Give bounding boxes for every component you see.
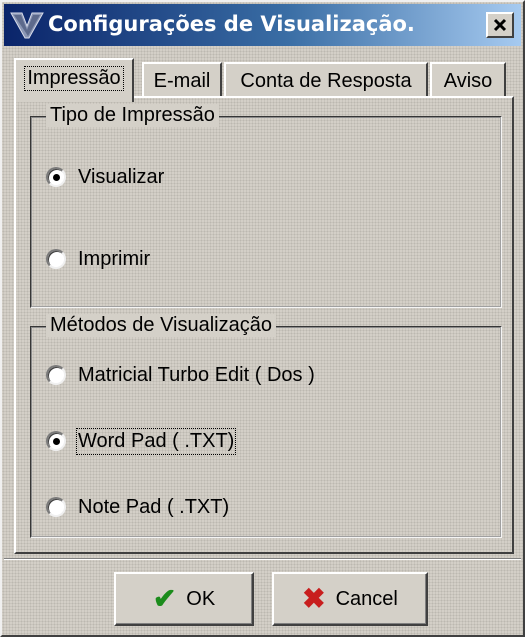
- radio-button[interactable]: [46, 431, 66, 451]
- cancel-button[interactable]: ✖ Cancel: [272, 572, 428, 626]
- radio-note-pad[interactable]: Note Pad ( .TXT): [46, 492, 229, 522]
- tab-conta-label: Conta de Resposta: [240, 69, 412, 92]
- ok-button-label: OK: [186, 587, 216, 610]
- radio-button[interactable]: [46, 497, 66, 517]
- close-button[interactable]: [486, 12, 514, 38]
- group-tipo-de-impressao: Tipo de Impressão Visualizar Imprimir: [30, 104, 502, 308]
- group-metodos-de-visualizacao: Métodos de Visualização Matricial Turbo …: [30, 314, 502, 538]
- radio-label: Note Pad ( .TXT): [78, 495, 230, 518]
- app-logo-icon: [10, 12, 44, 39]
- dialog-window: Configurações de Visualização. Impressão…: [0, 0, 525, 637]
- group-legend: Tipo de Impressão: [46, 104, 219, 127]
- radio-word-pad[interactable]: Word Pad ( .TXT): [46, 426, 237, 456]
- tab-strip: Impressão E-mail Conta de Resposta Aviso: [14, 58, 514, 102]
- tab-impressao[interactable]: Impressão: [14, 58, 134, 102]
- radio-label: Matricial Turbo Edit ( Dos ): [78, 363, 315, 386]
- tab-aviso-label: Aviso: [443, 69, 493, 92]
- tab-email-label: E-mail: [153, 69, 211, 92]
- tab-impressao-label: Impressão: [24, 65, 124, 91]
- x-icon: ✖: [302, 583, 326, 614]
- check-icon: ✔: [152, 583, 177, 614]
- radio-button[interactable]: [46, 365, 66, 385]
- radio-visualizar[interactable]: Visualizar: [46, 162, 164, 192]
- radio-button[interactable]: [46, 167, 66, 187]
- tab-aviso[interactable]: Aviso: [430, 62, 506, 98]
- radio-selected-dot: [52, 173, 60, 181]
- radio-label: Word Pad ( .TXT): [75, 427, 237, 455]
- title-bar[interactable]: Configurações de Visualização.: [4, 4, 521, 46]
- tab-panel-impressao: Tipo de Impressão Visualizar Imprimir Mé…: [14, 96, 514, 554]
- ok-button[interactable]: ✔ OK: [114, 572, 254, 626]
- window-title: Configurações de Visualização.: [48, 12, 415, 36]
- footer-divider: [4, 558, 521, 560]
- radio-label: Imprimir: [78, 247, 151, 270]
- close-icon: [493, 18, 507, 32]
- radio-matricial[interactable]: Matricial Turbo Edit ( Dos ): [46, 360, 315, 390]
- group-legend: Métodos de Visualização: [46, 314, 276, 337]
- tab-email[interactable]: E-mail: [142, 62, 222, 98]
- radio-label: Visualizar: [78, 165, 165, 188]
- tab-conta-de-resposta[interactable]: Conta de Resposta: [224, 62, 428, 98]
- radio-selected-dot: [52, 437, 60, 445]
- radio-button[interactable]: [46, 249, 66, 269]
- cancel-button-label: Cancel: [335, 587, 398, 610]
- radio-imprimir[interactable]: Imprimir: [46, 244, 150, 274]
